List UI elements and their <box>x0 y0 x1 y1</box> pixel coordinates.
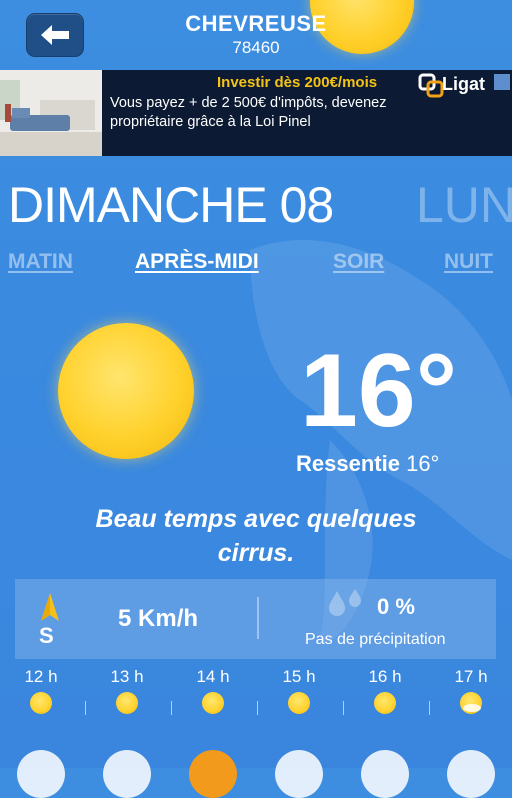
hourly-temp-bubble[interactable] <box>275 750 323 798</box>
hourly-temp-bubble[interactable] <box>17 750 65 798</box>
tab-matin[interactable]: MATIN <box>8 250 73 274</box>
hour-divider <box>257 701 258 715</box>
hourly-temp-bubble[interactable] <box>103 750 151 798</box>
hour-label: 17 h <box>454 667 488 686</box>
sun-icon <box>288 692 310 714</box>
tab-nuit[interactable]: NUIT <box>444 250 493 274</box>
weather-description: Beau temps avec quelques cirrus. <box>95 505 417 567</box>
ad-brand: Ligat <box>442 74 485 94</box>
hour-divider <box>343 701 344 715</box>
sun-cloud-icon <box>460 692 482 714</box>
feels-like-value: 16° <box>406 451 440 476</box>
app-header: CHEVREUSE 78460 <box>0 0 512 70</box>
sun-icon <box>58 323 194 459</box>
sun-icon <box>30 692 52 714</box>
sun-icon <box>202 692 224 714</box>
hourly-temp-bubble[interactable] <box>361 750 409 798</box>
city-name: CHEVREUSE <box>185 11 327 36</box>
hour-label: 16 h <box>368 667 402 686</box>
ad-text: Vous payez + de 2 500€ d'impôts, devenez… <box>110 95 387 130</box>
feels-like-label: Ressentie <box>296 451 400 476</box>
ad-banner[interactable]: Investir dès 200€/mois Vous payez + de 2… <box>0 70 512 156</box>
raindrops-icon <box>329 589 361 616</box>
hour-label: 14 h <box>196 667 230 686</box>
divider <box>257 597 259 639</box>
hour-label: 15 h <box>282 667 316 686</box>
hourly-temp-bubble-active[interactable] <box>189 750 237 798</box>
ad-title: Investir dès 200€/mois <box>217 74 378 91</box>
precipitation-percent: 0 % <box>377 594 415 619</box>
wind-speed: 5 Km/h <box>118 605 199 632</box>
hour-divider <box>171 701 172 715</box>
day-title[interactable]: DIMANCHE 08 <box>8 176 334 234</box>
hour-label: 13 h <box>110 667 144 686</box>
sun-icon <box>374 692 396 714</box>
weather-details-panel: S 5 Km/h 0 % Pas de précipitation <box>15 579 496 659</box>
hour-divider <box>429 701 430 715</box>
hour-divider <box>85 701 86 715</box>
postal-code: 78460 <box>232 38 280 57</box>
tab-soir[interactable]: SOIR <box>333 250 384 274</box>
tab-apres-midi[interactable]: APRÈS-MIDI <box>135 250 259 274</box>
ad-image[interactable] <box>0 70 102 156</box>
hour-label: 12 h <box>24 667 58 686</box>
feels-like: Ressentie 16° <box>296 451 439 477</box>
precipitation-text: Pas de précipitation <box>305 631 446 648</box>
temperature: 16° <box>300 333 458 449</box>
next-day-title[interactable]: LUN <box>416 176 512 234</box>
ad-choices-icon[interactable] <box>494 74 510 90</box>
sun-icon <box>116 692 138 714</box>
wind-direction: S <box>39 623 54 648</box>
hourly-temp-bubble[interactable] <box>447 750 495 798</box>
